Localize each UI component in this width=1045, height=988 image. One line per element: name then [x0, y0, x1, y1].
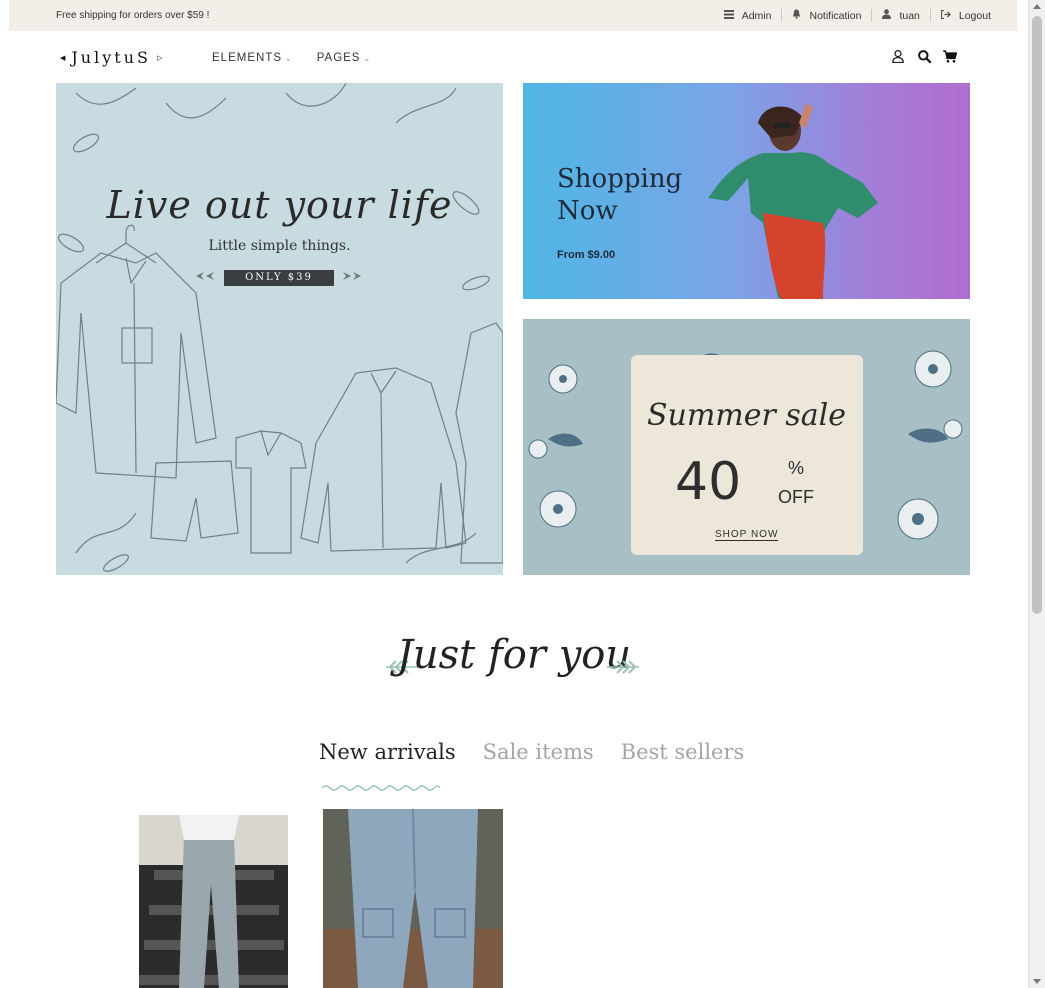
product-photo [323, 809, 503, 988]
top-bar: Free shipping for orders over $59 ! Admi… [9, 0, 1017, 31]
logout-label: Logout [958, 9, 991, 22]
scroll-up-icon[interactable] [1033, 4, 1041, 9]
tab-best-sellers[interactable]: Best sellers [621, 740, 745, 764]
hero-banner-shopping[interactable]: Shopping Now From $9.00 [523, 83, 970, 299]
cart-icon[interactable] [943, 49, 957, 63]
top-links: Admin Notification tuan Logout [714, 9, 1001, 22]
sale-card [631, 355, 863, 555]
product-tabs: New arrivals Sale items Best sellers [319, 740, 744, 764]
nav-item-pages[interactable]: PAGES ⌄ [317, 52, 371, 64]
section-title: Just for you [396, 632, 632, 678]
chevron-down-icon: ⌄ [363, 53, 372, 63]
summer-sale-title: Summer sale [646, 398, 847, 433]
sale-off-label: OFF [778, 487, 814, 507]
site-logo[interactable]: ◀ JulytuS ▷ [60, 48, 162, 67]
main-nav: ELEMENTS ⌄ PAGES ⌄ [212, 52, 371, 64]
shipping-promo: Free shipping for orders over $59 ! [56, 10, 210, 21]
product-card-2-image[interactable] [323, 809, 503, 988]
sale-percent-value: 40 [675, 452, 742, 512]
hero-subtitle: Little simple things. [208, 238, 351, 254]
nav-label-elements: ELEMENTS [212, 52, 282, 64]
hero-script-title: Live out your life [106, 183, 453, 227]
hero-banner-main[interactable]: Little simple things. Live out your life… [56, 83, 503, 575]
admin-icon [723, 9, 734, 22]
bell-icon [792, 9, 801, 22]
active-tab-indicator [322, 785, 440, 791]
scrollbar-thumb[interactable] [1032, 16, 1042, 614]
hero-banner-summer-sale[interactable]: Summer sale 40 % OFF SHOP NOW [523, 319, 970, 575]
header-actions [891, 49, 957, 63]
clothing-illustration [56, 83, 503, 572]
chevron-down-icon: ⌄ [285, 53, 293, 63]
user-link[interactable]: tuan [871, 9, 929, 22]
nav-item-elements[interactable]: ELEMENTS ⌄ [212, 52, 293, 64]
logout-icon [940, 9, 951, 22]
logo-text: JulytuS [71, 48, 151, 67]
tab-new-arrivals[interactable]: New arrivals [319, 740, 456, 764]
shopping-from-price: From $9.00 [557, 249, 616, 261]
product-card-1-image[interactable] [139, 815, 288, 988]
scroll-down-icon[interactable] [1033, 979, 1041, 984]
shop-now-link[interactable]: SHOP NOW [715, 529, 779, 541]
nav-label-pages: PAGES [316, 52, 361, 64]
notification-label: Notification [809, 9, 862, 22]
sale-percent-sign: % [788, 458, 805, 478]
page-scrollbar[interactable] [1028, 0, 1045, 988]
logo-right-arrow-icon: ▷ [156, 53, 163, 62]
admin-label: Admin [741, 9, 772, 22]
user-icon [882, 9, 892, 22]
notification-link[interactable]: Notification [781, 9, 871, 22]
logout-link[interactable]: Logout [929, 9, 1001, 22]
shopping-now-title: Shopping Now [557, 164, 683, 226]
search-icon[interactable] [917, 49, 931, 63]
leaf-right-icon [607, 660, 639, 674]
account-icon[interactable] [891, 49, 905, 63]
product-photo [139, 815, 288, 988]
hero-price-tag: ONLY $39 [224, 270, 334, 286]
logo-left-arrow-icon: ◀ [60, 53, 66, 62]
admin-link[interactable]: Admin [714, 9, 782, 22]
tab-sale-items[interactable]: Sale items [483, 740, 594, 764]
user-label: tuan [899, 9, 920, 22]
